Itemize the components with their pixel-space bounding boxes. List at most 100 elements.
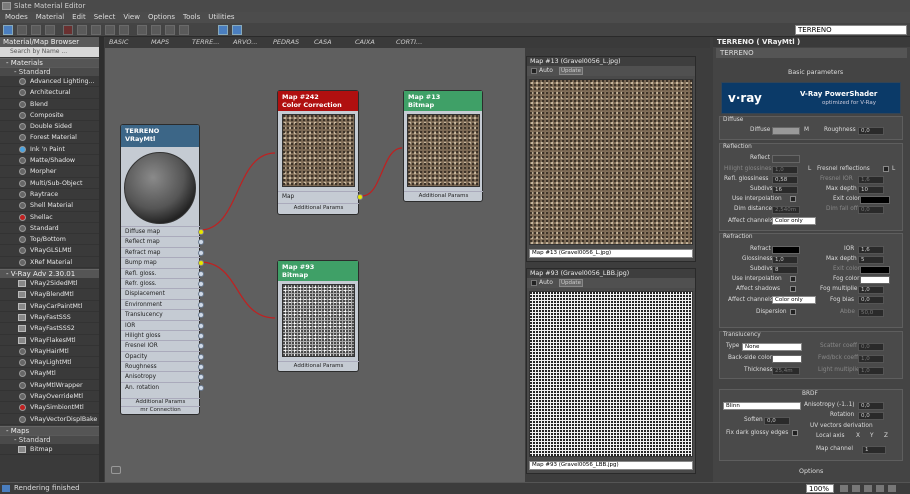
map-channel-input[interactable]: 1 (862, 446, 886, 454)
node-slot[interactable]: Diffuse map (121, 226, 204, 236)
tab-maps[interactable]: MAPS (151, 37, 169, 48)
node-footer[interactable]: Additional Params (404, 191, 483, 200)
refr-affect-select[interactable]: Color only (772, 296, 816, 304)
fix-dark-edges-checkbox[interactable] (792, 430, 798, 436)
node-slot[interactable]: Translucency (121, 309, 204, 319)
node-slot[interactable]: An. rotation (121, 381, 204, 392)
browser-item[interactable]: Morpher (0, 166, 104, 178)
menu-tools[interactable]: Tools (183, 13, 200, 21)
browser-item[interactable]: Composite (0, 110, 104, 122)
zoom-region-icon[interactable] (864, 485, 872, 492)
light-mult-input[interactable]: 1,0 (858, 367, 884, 375)
diffuse-map-button[interactable]: M (804, 127, 809, 133)
browser-item[interactable]: VRayLightMtl (0, 357, 104, 369)
abbe-input[interactable]: 50,0 (858, 309, 884, 317)
hilight-lock[interactable]: L (808, 166, 811, 172)
browser-item[interactable]: Advanced Lighting... (0, 76, 104, 88)
zoom-extents-icon[interactable] (876, 485, 884, 492)
rotation-input[interactable]: 0,0 (858, 412, 884, 420)
soften-input[interactable]: 0,0 (764, 417, 790, 425)
refr-gloss-input[interactable]: 1,0 (772, 256, 798, 264)
node-slot[interactable]: Opacity (121, 350, 204, 361)
browser-item[interactable]: VRayVectorDisplBake (0, 414, 104, 425)
dispersion-checkbox[interactable] (790, 309, 796, 315)
axis-x-button[interactable]: X (856, 433, 860, 439)
node-slot[interactable]: Hilight gloss (121, 329, 204, 340)
node-slot[interactable]: Fresnel IOR (121, 340, 204, 350)
tab-terreno[interactable]: TERRE... (192, 37, 219, 48)
browser-item[interactable]: Ink 'n Paint (0, 144, 104, 156)
node-map13[interactable]: Map #13 Bitmap Additional Params (403, 90, 483, 202)
max-depth-input[interactable]: 10 (858, 186, 884, 194)
scatter-input[interactable]: 0,0 (858, 343, 884, 351)
hilight-input[interactable]: 1,0 (772, 166, 798, 174)
render-map-icon[interactable] (179, 25, 189, 35)
delete-icon[interactable] (63, 25, 73, 35)
layout-icon[interactable] (105, 25, 115, 35)
slot-socket[interactable] (198, 249, 204, 256)
slot-socket[interactable] (198, 353, 204, 360)
node-slot[interactable]: Map (278, 191, 363, 201)
node-footer[interactable]: mr Connection (121, 406, 200, 414)
diffuse-swatch[interactable] (772, 127, 800, 135)
browser-item[interactable]: Forest Material (0, 132, 104, 144)
maps-section[interactable]: - Maps (0, 425, 104, 435)
browser-item[interactable]: Matte/Shadow (0, 155, 104, 167)
show-end-result-icon[interactable] (165, 25, 175, 35)
pan-view-icon[interactable] (840, 485, 848, 492)
zoom-view-icon[interactable] (852, 485, 860, 492)
browser-item[interactable]: Blend (0, 99, 104, 110)
show-map-icon[interactable] (151, 25, 161, 35)
fresnel-checkbox[interactable] (883, 166, 889, 172)
options-rollout[interactable]: Options (799, 468, 823, 475)
fresnel-ior-input[interactable]: 1,6 (858, 176, 884, 184)
auto-checkbox[interactable] (531, 68, 537, 74)
maps-standard-group[interactable]: - Standard (0, 434, 104, 444)
browser-item[interactable]: Multi/Sub-Object (0, 178, 104, 189)
zoom-selected-icon[interactable] (888, 485, 896, 492)
pick-material-icon[interactable] (17, 25, 27, 35)
tab-pedras[interactable]: PEDRAS (273, 37, 299, 48)
slot-socket[interactable] (198, 229, 204, 235)
browser-item[interactable]: Shell Material (0, 200, 104, 212)
assign-selection-icon[interactable] (45, 25, 55, 35)
move-children-icon[interactable] (77, 25, 87, 35)
browser-item[interactable]: Raytrace (0, 189, 104, 201)
browser-item[interactable]: VRayHairMtl (0, 346, 104, 358)
refr-interp-checkbox[interactable] (790, 276, 796, 282)
vray-section[interactable]: - V-Ray Adv 2.30.01 (0, 269, 104, 279)
node-slot[interactable]: Anisotropy (121, 371, 204, 381)
browser-item[interactable]: Shellac (0, 212, 104, 223)
menu-view[interactable]: View (123, 13, 140, 21)
materials-section[interactable]: - Materials (0, 58, 104, 67)
axis-z-button[interactable]: Z (884, 433, 888, 439)
transl-type-select[interactable]: None (742, 343, 802, 351)
browser-item[interactable]: XRef Material (0, 257, 104, 269)
interp-checkbox[interactable] (790, 196, 796, 202)
menu-select[interactable]: Select (94, 13, 116, 21)
browser-item[interactable]: VRayMtlWrapper (0, 380, 104, 392)
refr-subdivs-input[interactable]: 8 (772, 266, 798, 274)
menu-edit[interactable]: Edit (72, 13, 86, 21)
node-terreno[interactable]: TERRENO VRayMtl Diffuse map Reflect map Re… (120, 124, 204, 415)
materials-standard-group[interactable]: - Standard (0, 67, 104, 76)
node-slot[interactable]: Refract map (121, 246, 204, 257)
tab-caixa[interactable]: CAIXA (355, 37, 375, 48)
menu-material[interactable]: Material (36, 13, 64, 21)
ior-input[interactable]: 1,6 (858, 246, 884, 254)
browser-scrollbar[interactable] (99, 37, 104, 482)
browser-search-input[interactable]: Search by Name ... (0, 47, 104, 57)
slot-socket[interactable] (198, 301, 204, 308)
anisotropy-input[interactable]: 0,0 (858, 402, 884, 410)
browser-item[interactable]: Standard (0, 223, 104, 235)
browser-item[interactable]: Double Sided (0, 121, 104, 133)
fresnel-lock[interactable]: L (892, 166, 895, 172)
basic-params-rollout[interactable]: Basic parameters (788, 69, 843, 76)
node-slot[interactable]: Refr. gloss. (121, 277, 204, 288)
fog-color-swatch[interactable] (860, 276, 890, 284)
slot-socket[interactable] (357, 194, 363, 200)
node-slot[interactable]: Roughness (121, 361, 204, 371)
browser-item[interactable]: VRaySimbiontMtl (0, 402, 104, 414)
tab-arvo[interactable]: ARVO... (233, 37, 257, 48)
node-footer[interactable]: Additional Params (278, 361, 359, 370)
